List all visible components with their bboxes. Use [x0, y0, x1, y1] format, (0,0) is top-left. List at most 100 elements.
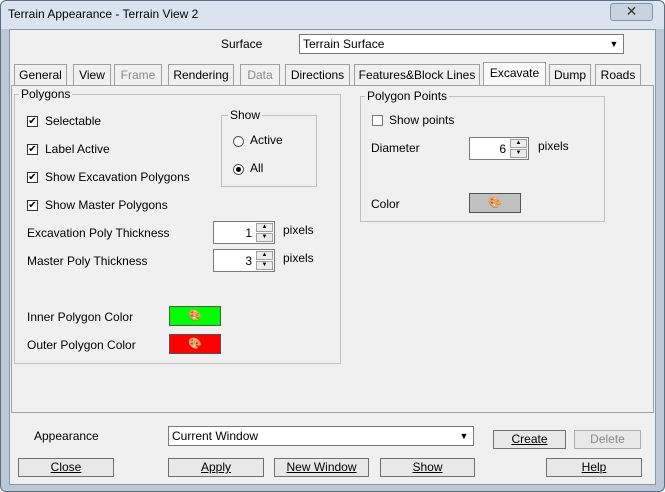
selectable-checkbox[interactable]: ✔ [27, 116, 38, 127]
tab-label: Data [247, 68, 273, 82]
dialog-client: Surface Terrain Surface ▼ General View F… [9, 29, 656, 485]
new-window-button[interactable]: New Window [274, 458, 369, 477]
show-master-checkbox[interactable]: ✔ [27, 200, 38, 211]
title-bar[interactable]: Terrain Appearance - Terrain View 2 ✕ [1, 1, 664, 29]
excavation-thickness-label: Excavation Poly Thickness [27, 226, 170, 240]
palette-icon: 🎨 [188, 310, 202, 322]
close-button[interactable]: Close [18, 458, 114, 477]
tab-label: Roads [600, 68, 636, 82]
spinner-value: 1 [245, 226, 252, 240]
spin-up-button[interactable]: ▲ [256, 223, 273, 232]
check-icon: ✔ [28, 116, 37, 127]
tab-excavate[interactable]: Excavate [483, 62, 546, 85]
arrow-down-icon: ▼ [261, 234, 268, 240]
appearance-label: Appearance [34, 429, 99, 443]
arrow-down-icon: ▼ [261, 262, 268, 268]
show-points-checkbox[interactable] [372, 115, 383, 126]
delete-button[interactable]: Delete [574, 430, 641, 449]
inner-color-button[interactable]: 🎨 [169, 306, 221, 326]
check-icon: ✔ [28, 172, 37, 183]
outer-color-label: Outer Polygon Color [27, 338, 136, 352]
close-icon: ✕ [625, 3, 638, 19]
chevron-down-icon: ▼ [609, 39, 619, 49]
surface-select[interactable]: Terrain Surface ▼ [299, 34, 624, 54]
polygons-group: Polygons ✔ Selectable ✔ Label Active ✔ S… [14, 87, 341, 364]
show-excavation-checkbox[interactable]: ✔ [27, 172, 38, 183]
excavation-thickness-spinner[interactable]: 1 ▲ ▼ [213, 221, 275, 244]
tab-directions[interactable]: Directions [285, 64, 350, 85]
chevron-down-icon: ▼ [459, 431, 469, 441]
tab-features-block-lines[interactable]: Features&Block Lines [354, 64, 480, 85]
show-excavation-label: Show Excavation Polygons [45, 170, 190, 184]
show-button-label: Show [412, 460, 443, 474]
show-master-label: Show Master Polygons [45, 198, 168, 212]
tab-rendering[interactable]: Rendering [168, 64, 234, 85]
tab-label: Dump [553, 68, 586, 82]
apply-button[interactable]: Apply [168, 458, 264, 477]
tab-label: Directions [290, 68, 345, 82]
spin-down-button[interactable]: ▼ [256, 261, 273, 270]
check-icon: ✔ [28, 144, 37, 155]
show-group: Show Active All [221, 108, 317, 187]
tab-dump[interactable]: Dump [549, 64, 591, 85]
active-radio-label: Active [250, 133, 283, 147]
master-thickness-unit: pixels [283, 251, 314, 265]
points-color-button[interactable]: 🎨 [469, 193, 521, 213]
tab-view[interactable]: View [73, 64, 111, 85]
tab-label: General [19, 68, 62, 82]
tab-label: View [79, 68, 105, 82]
help-button-label: Help [581, 460, 607, 474]
spinner-buttons: ▲ ▼ [256, 251, 273, 270]
spinner-value: 3 [245, 254, 252, 268]
tab-frame[interactable]: Frame [114, 64, 162, 85]
arrow-down-icon: ▼ [515, 150, 522, 156]
master-thickness-label: Master Poly Thickness [27, 254, 148, 268]
radio-selected-dot [236, 167, 241, 172]
master-thickness-spinner[interactable]: 3 ▲ ▼ [213, 249, 275, 272]
show-group-title: Show [228, 108, 263, 122]
surface-value: Terrain Surface [303, 37, 385, 51]
palette-icon: 🎨 [188, 338, 202, 350]
appearance-select[interactable]: Current Window ▼ [168, 426, 474, 446]
tab-general[interactable]: General [14, 64, 67, 85]
delete-button-label: Delete [590, 432, 625, 446]
palette-icon: 🎨 [488, 197, 502, 209]
label-active-checkbox[interactable]: ✔ [27, 144, 38, 155]
polygon-points-title: Polygon Points [365, 89, 450, 103]
tab-roads[interactable]: Roads [595, 64, 641, 85]
polygon-points-group: Polygon Points Show points Diameter 6 ▲ … [360, 89, 605, 222]
tab-data[interactable]: Data [240, 64, 280, 85]
appearance-value: Current Window [172, 429, 259, 443]
all-radio-label: All [250, 161, 264, 175]
show-button[interactable]: Show [380, 458, 475, 477]
label-active-label: Label Active [45, 142, 110, 156]
create-button[interactable]: Create [493, 430, 566, 449]
tab-strip: General View Frame Rendering Data Direct… [10, 62, 657, 86]
create-button-label: Create [511, 432, 548, 446]
close-button-label: Close [50, 460, 82, 474]
active-radio[interactable] [233, 136, 244, 147]
diameter-spinner[interactable]: 6 ▲ ▼ [469, 137, 529, 160]
help-button[interactable]: Help [546, 458, 642, 477]
spin-down-button[interactable]: ▼ [510, 149, 527, 158]
all-radio[interactable] [233, 164, 244, 175]
arrow-up-icon: ▲ [261, 252, 268, 258]
new-window-button-label: New Window [286, 460, 357, 474]
spinner-value: 6 [499, 142, 506, 156]
polygons-group-title: Polygons [19, 87, 73, 101]
spin-down-button[interactable]: ▼ [256, 233, 273, 242]
spin-up-button[interactable]: ▲ [256, 251, 273, 260]
diameter-unit: pixels [538, 139, 569, 153]
points-color-label: Color [371, 197, 400, 211]
spin-up-button[interactable]: ▲ [510, 139, 527, 148]
tab-label: Features&Block Lines [358, 68, 476, 82]
inner-color-label: Inner Polygon Color [27, 310, 134, 324]
outer-color-button[interactable]: 🎨 [169, 334, 221, 354]
arrow-up-icon: ▲ [515, 140, 522, 146]
tab-label: Excavate [489, 66, 540, 80]
spinner-buttons: ▲ ▼ [256, 223, 273, 242]
close-window-button[interactable]: ✕ [610, 3, 653, 21]
tab-label: Frame [120, 68, 156, 82]
check-icon: ✔ [28, 200, 37, 211]
arrow-up-icon: ▲ [261, 224, 268, 230]
